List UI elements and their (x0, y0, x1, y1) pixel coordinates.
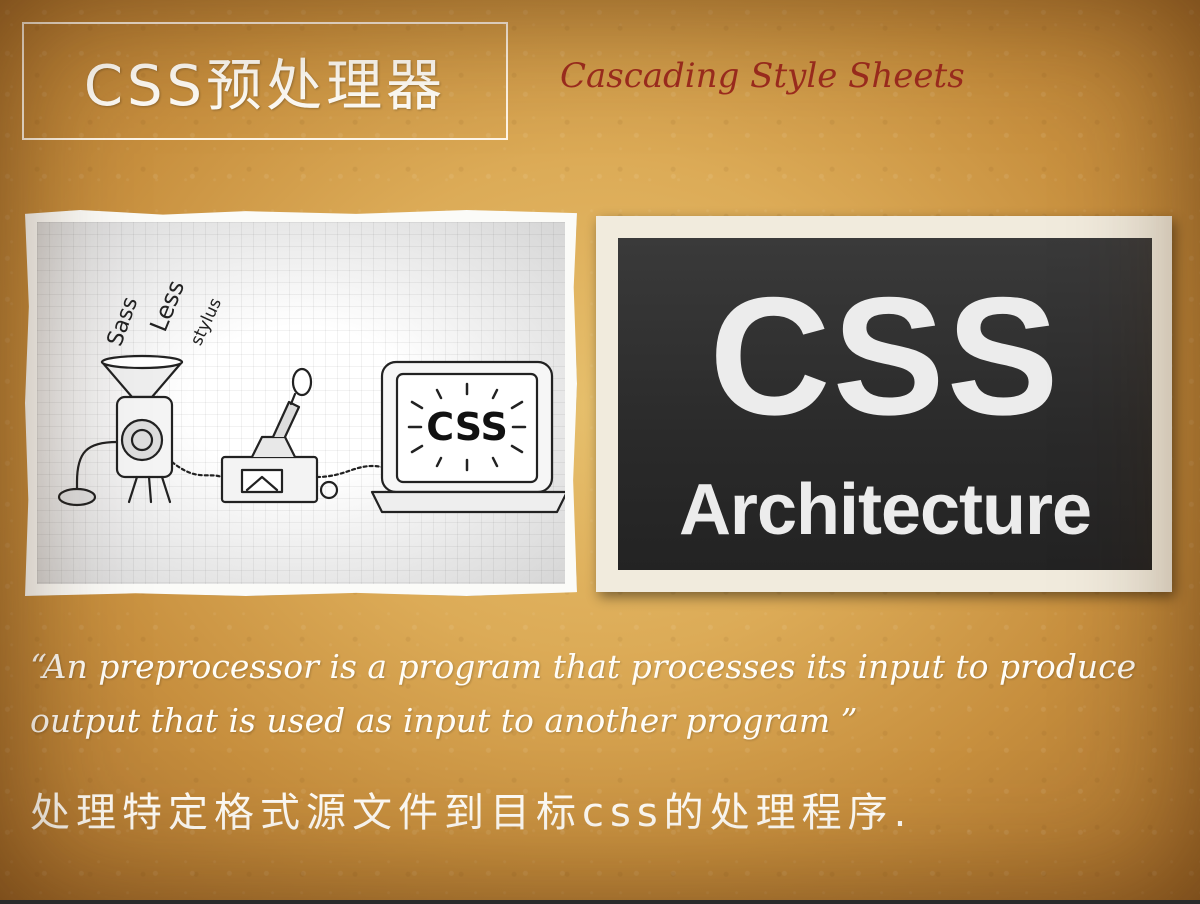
architecture-small-text: Architecture (678, 470, 1092, 550)
bottom-bar (0, 900, 1200, 904)
slide-title: CSS预处理器 (83, 53, 447, 119)
preprocessor-quote: “An preprocessor is a program that proce… (30, 647, 1137, 740)
css-architecture-image: CSS Architecture (596, 216, 1172, 592)
preprocessor-sketch-image: Sass Less stylus CSS (25, 210, 577, 596)
preprocessor-machine-drawing: Sass Less stylus CSS (57, 276, 565, 514)
chinese-description: 处理特定格式源文件到目标css的处理程序. (30, 790, 913, 836)
sketch-label-sass: Sass (103, 294, 144, 350)
sketch-label-css: CSS (426, 405, 508, 449)
css-architecture-panel: CSS Architecture (618, 238, 1152, 570)
sketch-label-less: Less (145, 276, 191, 335)
sketch-label-stylus: stylus (187, 295, 226, 349)
title-box: CSS预处理器 (22, 22, 508, 140)
slide-subtitle: Cascading Style Sheets (560, 56, 965, 96)
architecture-big-text: CSS (709, 262, 1061, 450)
